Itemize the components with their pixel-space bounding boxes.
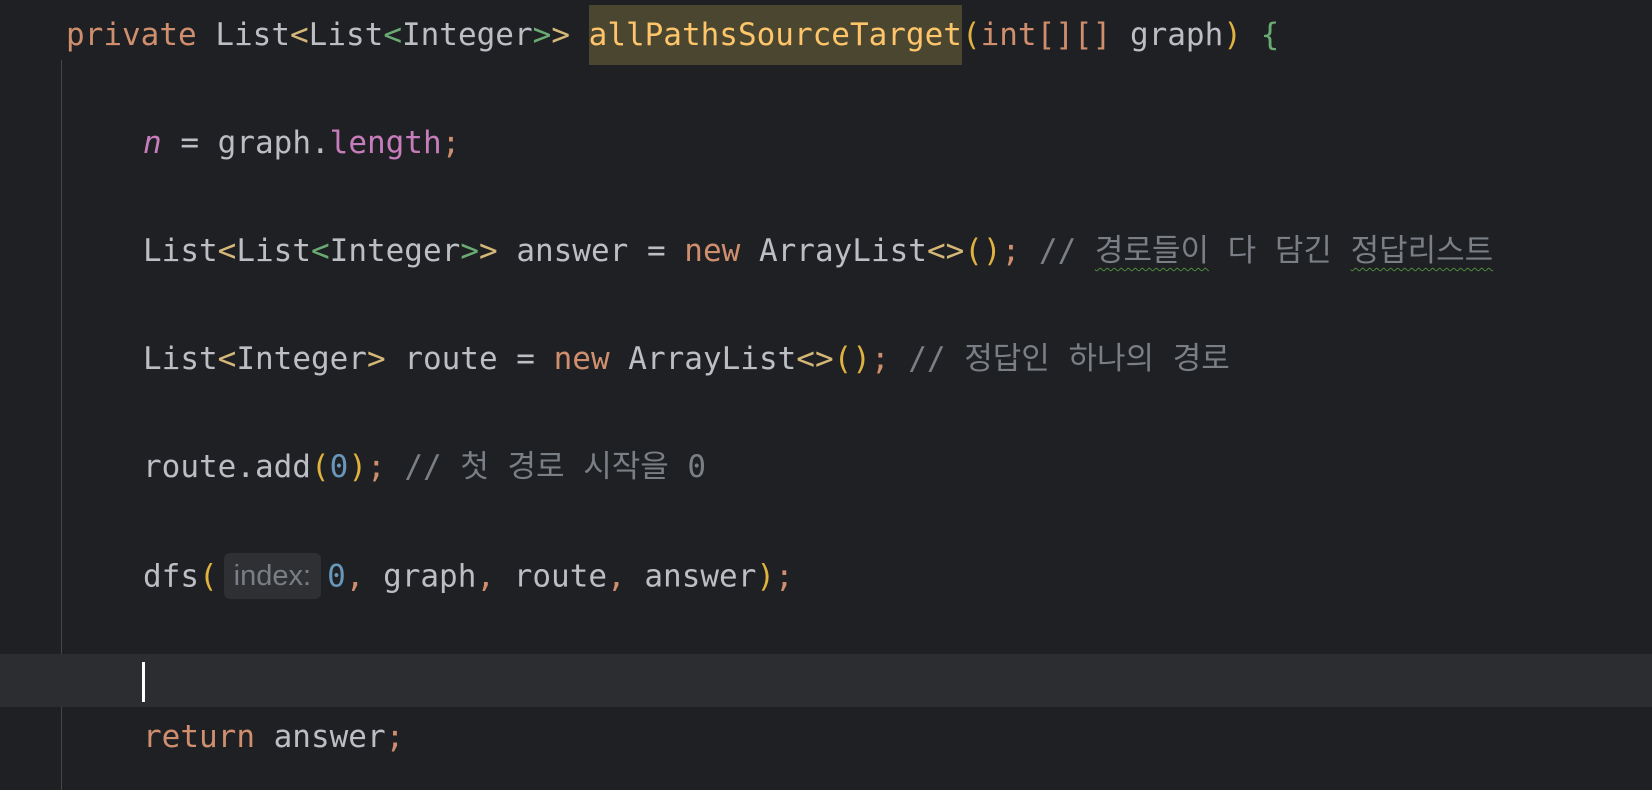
keyword-private: private [66,17,197,53]
constructor-name: ArrayList [740,233,927,269]
param-name: graph [1129,17,1224,53]
semicolon: ; [385,719,405,755]
call-parens: () [964,233,1002,269]
arg-answer: answer [625,558,757,595]
field-length: length [329,125,442,161]
brace-open: { [1260,17,1280,53]
method-name-highlighted[interactable]: allPathsSourceTarget [588,5,962,65]
keyword-new: new [684,233,741,269]
diamond-operator: <> [796,341,834,377]
text-caret [142,662,145,702]
code-line-assign-n[interactable]: n = graph.length; [143,123,460,163]
semicolon: ; [441,125,461,161]
comment: // 정답인 하나의 경로 [889,341,1230,377]
code-line-return[interactable]: return answer; [143,717,404,757]
route-declaration: List<Integer> route = [143,341,554,377]
call-parens: () [833,341,871,377]
spellcheck-word: 정답리스트 [1350,233,1494,269]
number-literal: 0 [329,449,349,485]
comma: , [345,558,365,595]
parameter-name-hint: index: [223,553,322,599]
code-line-route-decl[interactable]: List<Integer> route = new ArrayList<>();… [143,339,1230,379]
code-line-route-add[interactable]: route.add(0); // 첫 경로 시작을 0 [143,447,706,487]
comment: // 경로들이 다 담긴 정답리스트 [1020,233,1494,269]
semicolon: ; [870,341,890,377]
method-call: dfs [143,558,199,595]
paren-open: ( [961,17,981,53]
code-editor[interactable]: private List<List<Integer>> allPathsSour… [0,0,1652,790]
spellcheck-word: 경로들이 [1094,233,1210,269]
diamond-operator: <> [926,233,965,269]
paren-open: ( [310,449,330,485]
paren-close: ) [348,449,367,485]
paren-close: ) [1223,17,1242,53]
paren-close: ) [756,558,776,595]
code-line-method-signature[interactable]: private List<List<Integer>> allPathsSour… [66,5,1280,65]
semicolon: ; [1001,233,1021,269]
arg-graph: graph [364,558,477,595]
answer-declaration: List<List<Integer>> answer = [143,233,685,269]
method-call: route.add [143,449,311,485]
comma: , [607,558,626,595]
arg-route: route [495,558,608,595]
constructor-name: ArrayList [609,341,797,377]
paren-open: ( [199,558,218,595]
param-type: int[][] [980,17,1112,53]
semicolon: ; [367,449,386,485]
keyword-return: return [143,719,255,755]
static-field-n: n [143,125,162,161]
semicolon: ; [775,558,794,595]
current-line-highlight [0,654,1652,707]
comma: , [476,558,496,595]
return-value: answer [254,719,386,755]
comment: // 첫 경로 시작을 0 [385,449,707,485]
keyword-new: new [553,341,610,377]
assign-expression: = graph. [161,125,330,161]
code-line-dfs-call[interactable]: dfs(index: 0, graph, route, answer); [143,553,794,599]
code-line-answer-decl[interactable]: List<List<Integer>> answer = new ArrayLi… [143,231,1493,271]
number-literal: 0 [327,558,346,595]
return-type: List<List<Integer>> [215,17,570,53]
